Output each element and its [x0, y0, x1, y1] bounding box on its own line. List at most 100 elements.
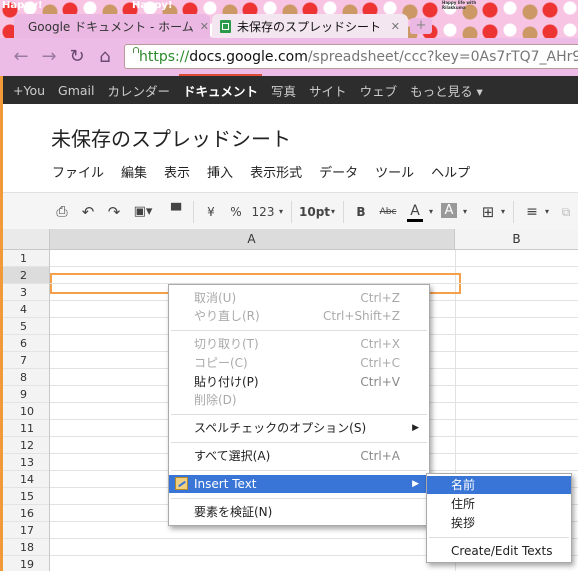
- deco-label: Happy life with Rilakkuma: [442, 0, 477, 10]
- menu-tools[interactable]: ツール: [375, 162, 414, 181]
- toolbar-separator: [291, 201, 292, 223]
- insert-text-submenu: 名前 住所 挨拶 Create/Edit Texts: [426, 473, 572, 563]
- menu-item-insert-text[interactable]: Insert Text ▶: [169, 475, 429, 493]
- menu-insert[interactable]: 挿入: [207, 162, 233, 181]
- menu-item-select-all[interactable]: すべて選択(A) Ctrl+A: [169, 447, 429, 465]
- address-bar[interactable]: https:// docs.google.com /spreadsheet/cc…: [124, 44, 578, 69]
- align-left-icon[interactable]: ≡: [523, 203, 541, 221]
- gbar-item-sites[interactable]: サイト: [309, 81, 347, 100]
- row-header[interactable]: 6: [3, 335, 49, 352]
- column-header-b[interactable]: B: [455, 229, 578, 249]
- menu-item-delete[interactable]: 削除(D): [169, 391, 429, 409]
- row-header[interactable]: 19: [3, 556, 49, 571]
- row-header[interactable]: 18: [3, 539, 49, 556]
- row-header[interactable]: 9: [3, 386, 49, 403]
- row-header[interactable]: 8: [3, 369, 49, 386]
- chevron-down-icon[interactable]: ▾: [499, 203, 507, 221]
- chevron-down-icon[interactable]: ▾: [329, 203, 337, 221]
- menu-item-undo[interactable]: 取消(U) Ctrl+Z: [169, 289, 429, 307]
- new-tab-button[interactable]: +: [410, 18, 432, 34]
- row-header[interactable]: 11: [3, 420, 49, 437]
- menu-bar: ファイル 編集 表示 挿入 表示形式 データ ツール ヘルプ: [52, 162, 487, 181]
- merge-cells-icon[interactable]: ⧉: [557, 203, 575, 221]
- strikethrough-button[interactable]: Abc: [377, 203, 399, 221]
- document-title[interactable]: 未保存のスプレッドシート: [51, 123, 291, 152]
- row-header[interactable]: 15: [3, 488, 49, 505]
- gbar-item-more[interactable]: もっと見る ▾: [410, 81, 483, 100]
- menu-view[interactable]: 表示: [164, 162, 190, 181]
- row-header[interactable]: 17: [3, 522, 49, 539]
- print-icon[interactable]: ⎙: [53, 203, 71, 221]
- menu-item-inspect-element[interactable]: 要素を検証(N): [169, 503, 429, 521]
- row-header[interactable]: 12: [3, 437, 49, 454]
- row-header[interactable]: 2: [3, 267, 49, 284]
- menu-data[interactable]: データ: [319, 162, 358, 181]
- select-all-corner[interactable]: [3, 229, 50, 249]
- insert-text-icon: [175, 477, 188, 490]
- clipboard-icon[interactable]: ▣▾: [130, 203, 156, 221]
- menu-separator: [429, 537, 569, 538]
- menu-separator: [171, 442, 427, 443]
- browser-tab-spreadsheet[interactable]: 未保存のスプレッドシート ✕: [212, 14, 408, 38]
- row-header[interactable]: 10: [3, 403, 49, 420]
- row-header[interactable]: 1: [3, 250, 49, 267]
- gbar-item-gmail[interactable]: Gmail: [58, 83, 94, 98]
- menu-item-spellcheck-options[interactable]: スペルチェックのオプション(S) ▶: [169, 419, 429, 437]
- menu-file[interactable]: ファイル: [52, 162, 104, 181]
- close-tab-icon[interactable]: ✕: [200, 20, 209, 33]
- text-color-button[interactable]: A: [407, 203, 423, 222]
- forward-icon[interactable]: →: [38, 46, 60, 68]
- tab-title: Google ドキュメント - ホーム: [28, 19, 194, 34]
- menu-item-paste[interactable]: 貼り付け(P) Ctrl+V: [169, 373, 429, 391]
- gbar-item-photos[interactable]: 写真: [271, 81, 296, 100]
- borders-icon[interactable]: ⊞: [479, 203, 497, 221]
- column-header-row: A B: [3, 229, 578, 250]
- home-icon[interactable]: ⌂: [94, 46, 116, 68]
- redo-icon[interactable]: ↷: [105, 203, 123, 221]
- submenu-arrow-icon: ▶: [412, 479, 419, 489]
- row-header[interactable]: 5: [3, 318, 49, 335]
- deco-label: Happy!: [132, 0, 173, 11]
- column-header-a[interactable]: A: [49, 229, 455, 249]
- menu-item-cut[interactable]: 切り取り(T) Ctrl+X: [169, 335, 429, 353]
- menu-format[interactable]: 表示形式: [250, 162, 302, 181]
- menu-help[interactable]: ヘルプ: [431, 162, 470, 181]
- menu-item-copy[interactable]: コピー(C) Ctrl+C: [169, 354, 429, 372]
- font-size-select[interactable]: 10pt: [299, 203, 330, 221]
- menu-edit[interactable]: 編集: [121, 162, 147, 181]
- tab-title: 未保存のスプレッドシート: [237, 19, 382, 34]
- gbar-item-web[interactable]: ウェブ: [360, 81, 398, 100]
- number-format-button[interactable]: 123: [251, 203, 275, 221]
- toolbar-separator: [193, 201, 194, 223]
- row-header[interactable]: 4: [3, 301, 49, 318]
- submenu-item-create-edit-texts[interactable]: Create/Edit Texts: [427, 542, 571, 560]
- submenu-item-greeting[interactable]: 挨拶: [427, 514, 571, 532]
- browser-toolbar: ← → ↻ ⌂ https:// docs.google.com /spread…: [0, 38, 578, 77]
- chevron-down-icon[interactable]: ▾: [277, 203, 285, 221]
- row-header[interactable]: 3: [3, 284, 49, 301]
- row-header[interactable]: 16: [3, 505, 49, 522]
- currency-button[interactable]: ¥: [204, 203, 218, 221]
- percent-button[interactable]: %: [229, 203, 243, 221]
- gbar-item-calendar[interactable]: カレンダー: [108, 81, 171, 100]
- row-header[interactable]: 13: [3, 454, 49, 471]
- submenu-item-address[interactable]: 住所: [427, 495, 571, 513]
- row-header[interactable]: 7: [3, 352, 49, 369]
- fill-color-button[interactable]: A: [441, 203, 457, 218]
- browser-tab-docs-home[interactable]: Google ドキュメント - ホーム ✕: [14, 14, 210, 38]
- submenu-arrow-icon: ▶: [412, 423, 419, 433]
- submenu-item-name[interactable]: 名前: [427, 476, 571, 494]
- bold-button[interactable]: B: [355, 203, 367, 221]
- gbar-item-you[interactable]: +You: [13, 83, 45, 98]
- gbar-item-documents[interactable]: ドキュメント: [179, 73, 263, 100]
- menu-item-redo[interactable]: やり直し(R) Ctrl+Shift+Z: [169, 307, 429, 325]
- close-tab-icon[interactable]: ✕: [391, 20, 400, 33]
- row-header[interactable]: 14: [3, 471, 49, 488]
- back-icon[interactable]: ←: [10, 46, 32, 68]
- paint-format-icon[interactable]: ▀: [167, 203, 185, 221]
- reload-icon[interactable]: ↻: [66, 46, 88, 68]
- chevron-down-icon[interactable]: ▾: [461, 203, 469, 221]
- chevron-down-icon[interactable]: ▾: [427, 203, 435, 221]
- undo-icon[interactable]: ↶: [79, 203, 97, 221]
- chevron-down-icon[interactable]: ▾: [543, 203, 551, 221]
